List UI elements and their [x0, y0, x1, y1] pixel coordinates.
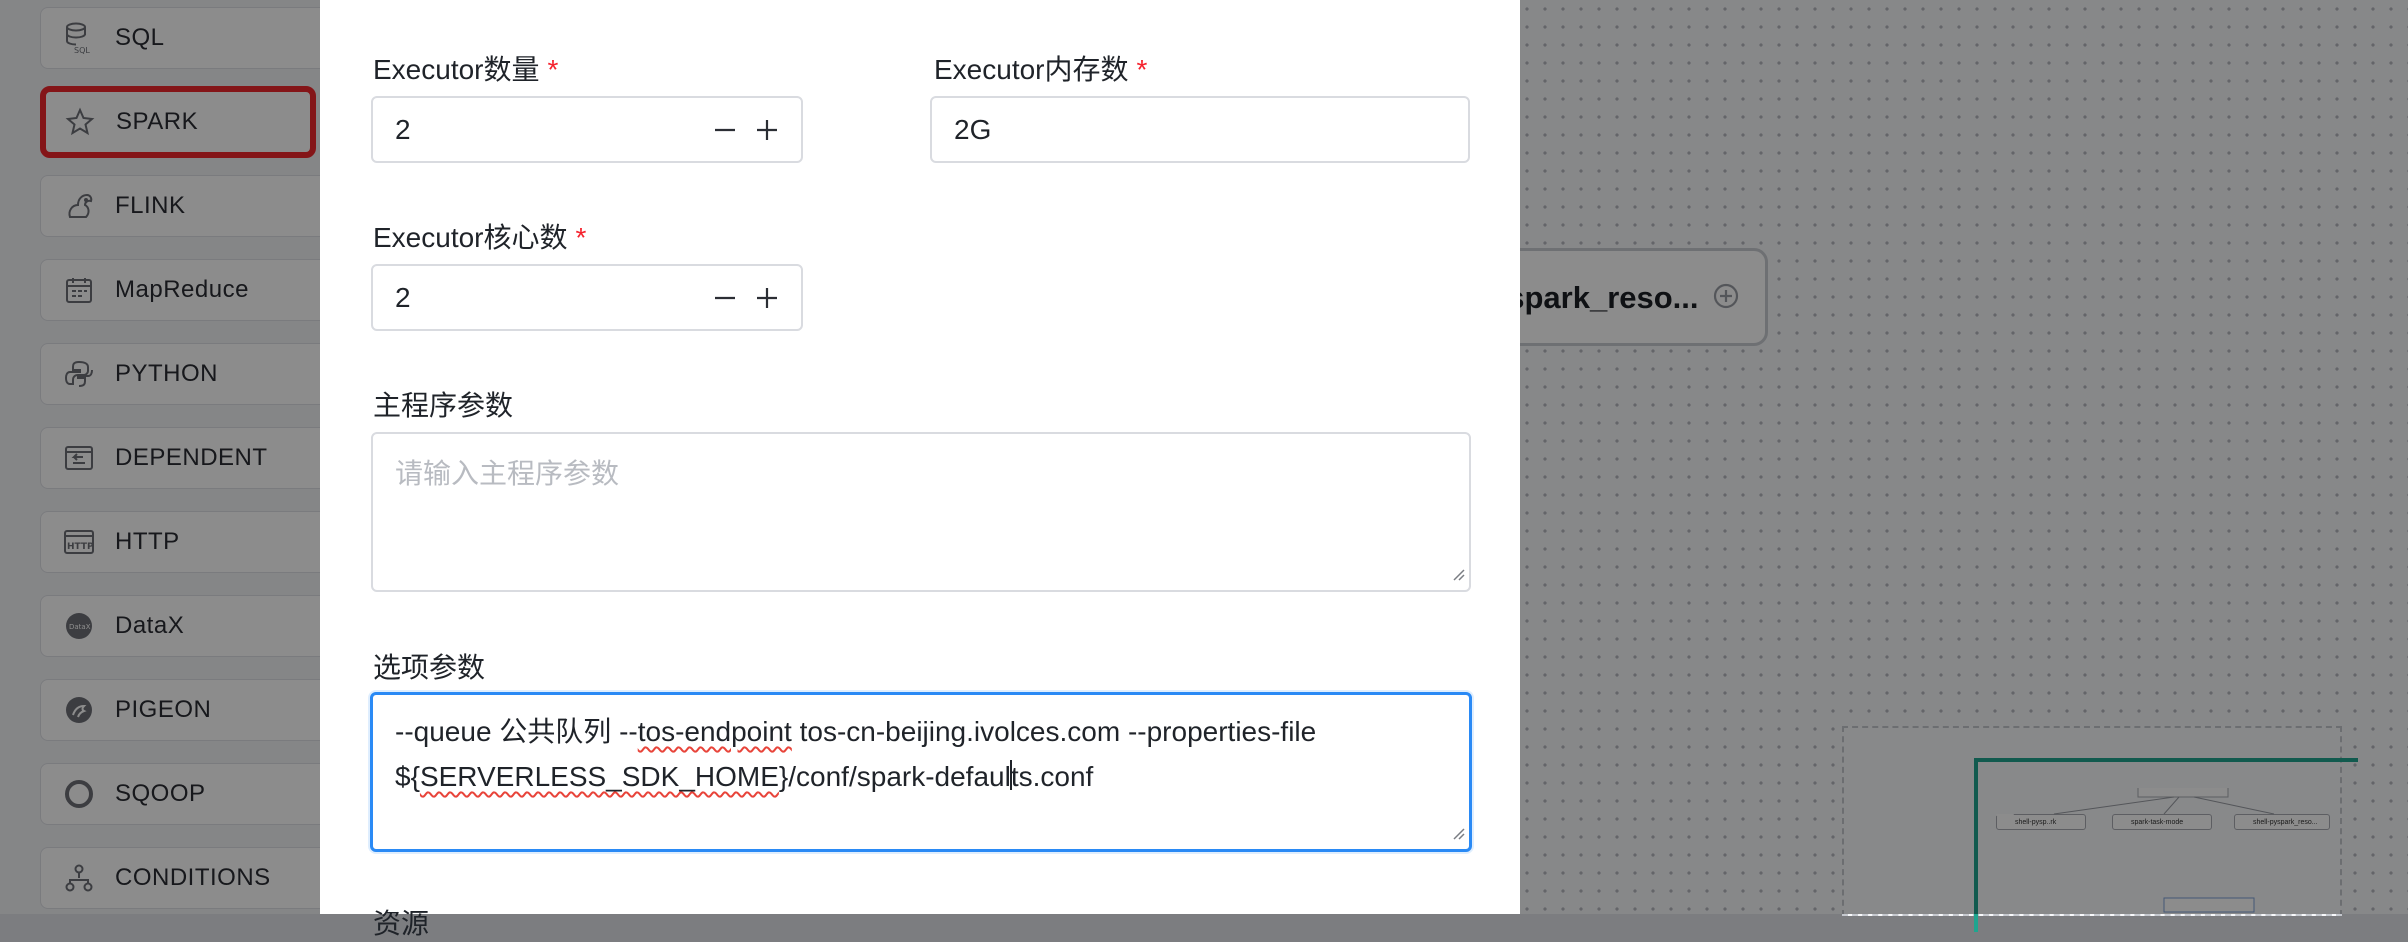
required-mark: * [1136, 54, 1148, 85]
option-args-label: 选项参数 [373, 652, 486, 683]
minus-icon[interactable] [707, 266, 743, 329]
option-args-textarea[interactable]: --queue 公共队列 --tos-endpoint tos-cn-beiji… [370, 692, 1472, 852]
executor-cores-label: Executor核心数 * [373, 222, 587, 253]
minus-icon[interactable] [707, 98, 743, 161]
plus-icon[interactable] [749, 266, 785, 329]
main-args-placeholder: 请输入主程序参数 [395, 458, 620, 489]
executor-cores-stepper[interactable]: 2 [371, 264, 803, 331]
executor-memory-value[interactable]: 2G [954, 98, 991, 161]
plus-icon[interactable] [749, 98, 785, 161]
executor-memory-label: Executor内存数 * [934, 54, 1148, 85]
main-args-label: 主程序参数 [373, 390, 514, 421]
required-mark: * [547, 54, 559, 85]
resize-handle-icon[interactable] [1451, 826, 1465, 845]
executor-count-stepper[interactable]: 2 [371, 96, 803, 163]
executor-count-label: Executor数量 * [373, 54, 559, 85]
option-args-value[interactable]: --queue 公共队列 --tos-endpoint tos-cn-beiji… [395, 709, 1455, 799]
required-mark: * [575, 222, 587, 253]
resize-handle-icon[interactable] [1451, 567, 1465, 586]
executor-count-value[interactable]: 2 [395, 98, 411, 161]
resource-label: 资源 [373, 908, 430, 939]
executor-memory-input[interactable]: 2G [930, 96, 1470, 163]
main-args-textarea[interactable]: 请输入主程序参数 [371, 432, 1471, 592]
executor-cores-value[interactable]: 2 [395, 266, 411, 329]
task-config-modal: Executor数量 * 2 Executor内存数 * 2G Executor核心… [320, 0, 1520, 939]
